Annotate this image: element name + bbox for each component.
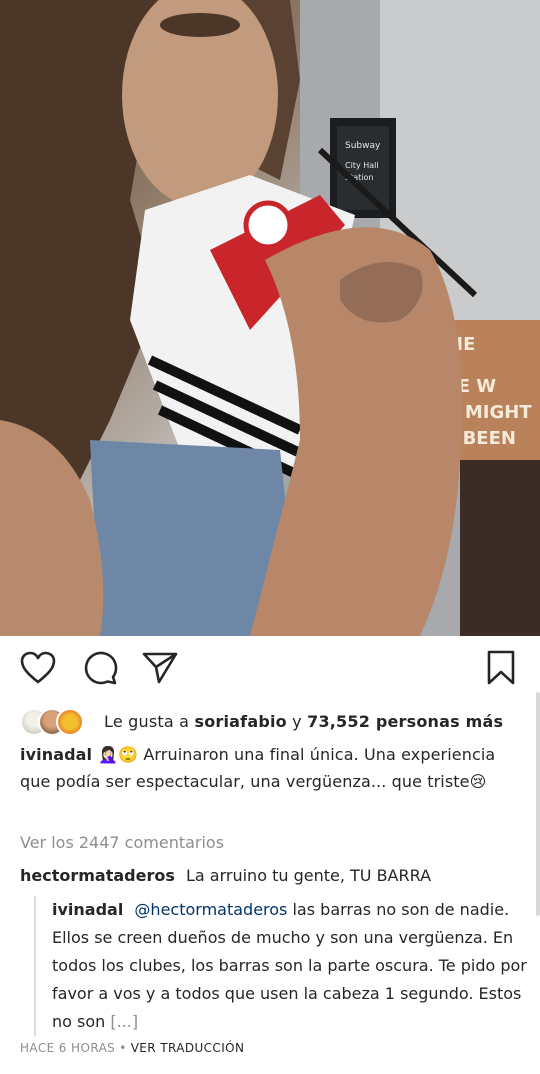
reply-mention[interactable]: @hectormataderos [134, 900, 287, 919]
club-badge [243, 200, 293, 250]
comment-button[interactable] [80, 648, 120, 688]
liker-avatars [20, 706, 98, 736]
post-actions [0, 648, 540, 692]
likes-connector: y [292, 711, 302, 731]
post-meta: HACE 6 HORAS • VER TRADUCCIÓN [20, 1041, 244, 1055]
translate-link[interactable]: VER TRADUCCIÓN [131, 1041, 245, 1055]
likes-prefix: Le gusta a [104, 711, 190, 731]
comment: hectormataderos La arruino tu gente, TU … [20, 862, 525, 890]
save-button[interactable] [481, 648, 521, 688]
post-photo[interactable]: Subway City Hall Station NE BE W U MIGHT… [0, 0, 540, 636]
liker-username[interactable]: soriafabio [194, 712, 286, 731]
post-timestamp: HACE 6 HORAS [20, 1041, 116, 1055]
likes-count[interactable]: 73,552 personas más [307, 712, 503, 731]
scrollbar[interactable] [536, 692, 540, 916]
likes-row[interactable]: Le gusta a soriafabio y 73,552 personas … [20, 706, 520, 736]
comment-username[interactable]: hectormataderos [20, 866, 175, 885]
view-all-comments-link[interactable]: Ver los 2447 comentarios [20, 833, 224, 852]
reply-more-link[interactable]: [...] [110, 1012, 138, 1031]
like-button[interactable] [18, 648, 58, 688]
reply-username[interactable]: ivinadal [52, 900, 123, 919]
send-icon [142, 652, 178, 684]
likes-text: Le gusta a soriafabio y 73,552 personas … [104, 712, 503, 731]
heart-icon [20, 651, 56, 684]
caption-username[interactable]: ivinadal [20, 745, 92, 764]
bookmark-icon [487, 650, 515, 685]
caption-emoji: 🤦🏻‍♀️🙄 [98, 745, 139, 764]
comment-reply: ivinadal @hectormataderos las barras no … [34, 896, 528, 1036]
avatar [56, 708, 84, 736]
comment-text: La arruino tu gente, TU BARRA [185, 866, 432, 885]
sign-line-2: City Hall [345, 161, 379, 170]
caption: ivinadal 🤦🏻‍♀️🙄 Arruinaron una final únic… [20, 741, 525, 795]
share-button[interactable] [140, 648, 180, 688]
photo-illustration: Subway City Hall Station NE BE W U MIGHT… [0, 0, 540, 636]
meta-separator: • [119, 1041, 127, 1055]
comment-icon [84, 651, 118, 685]
sign-line-1: Subway [345, 141, 381, 151]
